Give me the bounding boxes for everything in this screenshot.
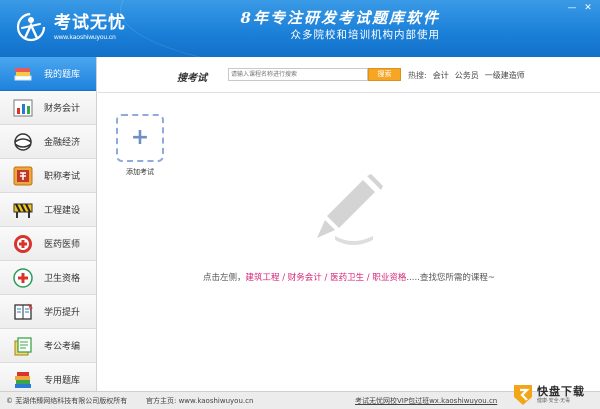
watermark-name: 快盘下载	[537, 385, 585, 398]
sidebar-item-label: 专用题库	[44, 376, 81, 386]
health-cross-icon	[12, 267, 34, 289]
globe-icon	[12, 131, 34, 153]
sidebar-item-accounting[interactable]: 财务会计	[0, 91, 96, 125]
add-exam-label: 添加考试	[126, 168, 154, 176]
documents-icon	[12, 335, 34, 357]
slogan-sub: 众多院校和培训机构内部使用	[290, 29, 440, 41]
plus-icon: +	[130, 125, 150, 150]
close-icon[interactable]: ✕	[580, 2, 596, 14]
hot-tag[interactable]: 会计	[433, 70, 449, 81]
download-site-watermark: 快盘下载 健康·安全·无毒	[512, 381, 596, 409]
watermark-tagline: 健康·安全·无毒	[537, 398, 571, 404]
sidebar-item-label: 我的题库	[44, 70, 81, 80]
app-header: 考试无忧 www.kaoshiwuyou.cn 8年专注研发考试题库软件 众多院…	[0, 0, 600, 57]
sidebar-item-label: 考公考编	[44, 342, 81, 352]
medical-cross-icon	[12, 233, 34, 255]
book-pile-icon	[12, 369, 34, 391]
hint-prefix: 点击左侧，	[203, 273, 246, 283]
search-title: 搜考试	[177, 73, 207, 84]
sidebar-item-title-exam[interactable]: 职称考试	[0, 159, 96, 193]
hot-tag[interactable]: 一级建造师	[485, 70, 525, 81]
copyright-text: © 芜湖伟臻网络科技有限公司版权所有	[6, 397, 128, 405]
sidebar-item-engineering[interactable]: 工程建设	[0, 193, 96, 227]
add-exam-button[interactable]: +	[116, 114, 164, 162]
hint-suffix: .....查找您所需的课程~	[406, 273, 495, 283]
hint-categories: 建筑工程 / 财务会计 / 医药卫生 / 职业资格	[245, 273, 407, 283]
sidebar-item-label: 职称考试	[44, 172, 81, 182]
barrier-icon	[12, 199, 34, 221]
sidebar-item-label: 医药医师	[44, 240, 81, 250]
sidebar-item-label: 财务会计	[44, 104, 81, 114]
pencil-icon	[313, 174, 385, 251]
watermark-logo-icon	[514, 385, 532, 405]
hot-searches: 热搜: 会计 公务员 一级建造师	[408, 70, 525, 81]
vip-link[interactable]: 考试无忧网校VIP包过班wx.kaoshiwuyou.cn	[355, 396, 497, 406]
exam-stamp-icon	[12, 165, 34, 187]
sidebar-item-health[interactable]: 卫生资格	[0, 261, 96, 295]
homepage-link[interactable]: 官方主页: www.kaoshiwuyou.cn	[146, 396, 253, 406]
sidebar-item-label: 工程建设	[44, 206, 81, 216]
sidebar-item-finance[interactable]: 金融经济	[0, 125, 96, 159]
search-bar: 搜考试 搜索 热搜: 会计 公务员 一级建造师	[98, 57, 600, 93]
window-controls: — ✕	[564, 2, 596, 14]
sidebar-item-degree[interactable]: 学历提升	[0, 295, 96, 329]
search-input[interactable]	[228, 68, 368, 81]
sidebar-item-label: 金融经济	[44, 138, 81, 148]
logo-figure-icon	[14, 10, 48, 44]
sidebar-item-label: 卫生资格	[44, 274, 81, 284]
empty-state-hint: 点击左侧，建筑工程 / 财务会计 / 医药卫生 / 职业资格.....查找您所需…	[98, 271, 600, 283]
category-sidebar: 我的题库 财务会计 金融经济 职称考试 工程建设 医药医师 卫生资格 学历提升 …	[0, 57, 97, 397]
app-domain: www.kaoshiwuyou.cn	[54, 33, 116, 41]
sidebar-item-medicine[interactable]: 医药医师	[0, 227, 96, 261]
open-book-icon	[12, 301, 34, 323]
sidebar-item-civil-service[interactable]: 考公考编	[0, 329, 96, 363]
sidebar-item-my-bank[interactable]: 我的题库	[0, 57, 96, 91]
main-panel: 搜考试 搜索 热搜: 会计 公务员 一级建造师 + 添加考试 点击左侧，建筑工程…	[98, 57, 600, 391]
app-name: 考试无忧	[54, 12, 126, 33]
minimize-icon[interactable]: —	[564, 2, 580, 14]
hot-tag[interactable]: 公务员	[455, 70, 479, 81]
status-footer: © 芜湖伟臻网络科技有限公司版权所有 官方主页: www.kaoshiwuyou…	[0, 391, 600, 409]
hot-search-label: 热搜:	[408, 71, 427, 80]
bar-chart-icon	[12, 97, 34, 119]
app-logo: 考试无忧 www.kaoshiwuyou.cn	[14, 10, 126, 44]
slogan-main: 8年专注研发考试题库软件	[240, 9, 440, 27]
sidebar-item-label: 学历提升	[44, 308, 81, 318]
book-stack-icon	[12, 63, 34, 85]
slogan: 8年专注研发考试题库软件 众多院校和培训机构内部使用	[200, 8, 440, 42]
search-button[interactable]: 搜索	[368, 68, 401, 81]
